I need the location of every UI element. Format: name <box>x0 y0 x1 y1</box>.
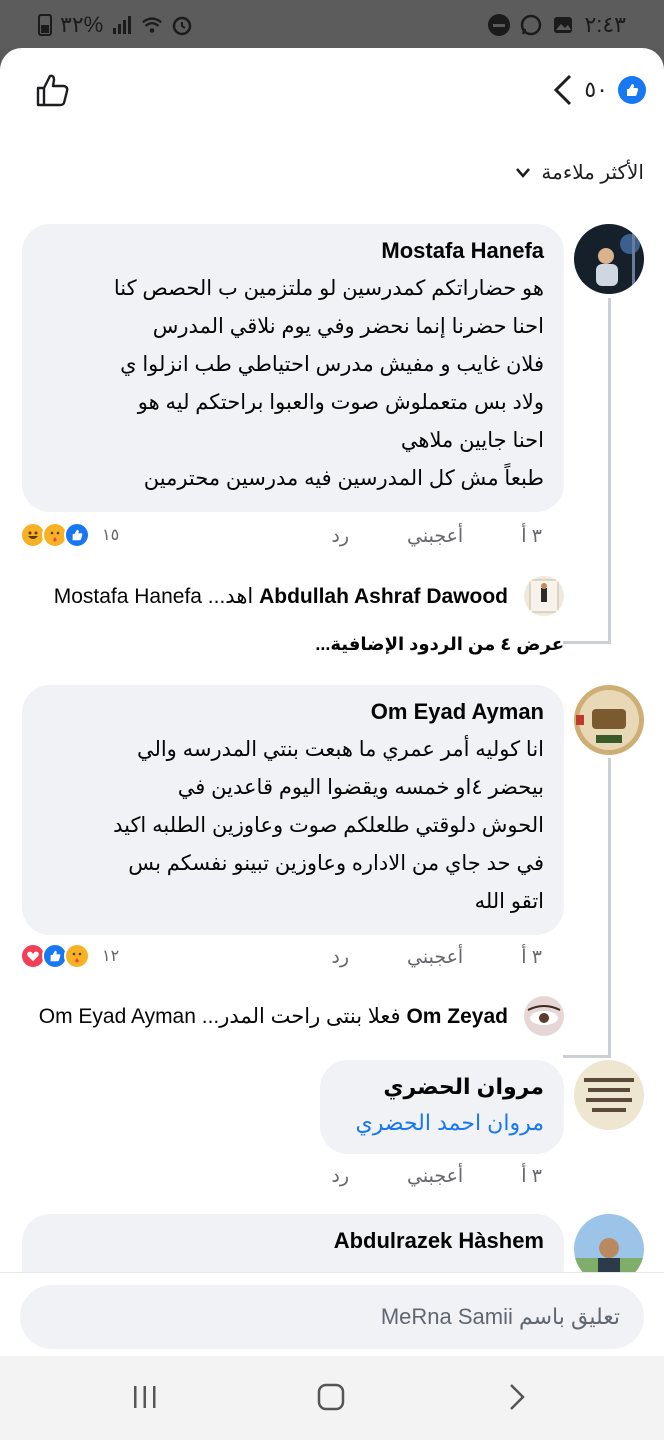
chevron-down-icon <box>516 167 531 178</box>
comment-line: انا كوليه أمر عمري ما هبعت بنتي المدرسه … <box>136 738 544 761</box>
back-icon[interactable] <box>502 1382 532 1412</box>
comment-bubble[interactable]: Om Eyad Ayman انا كوليه أمر عمري ما هبعت… <box>22 685 564 935</box>
like-button[interactable]: أعجبني <box>407 525 463 548</box>
sort-dropdown[interactable]: الأكثر ملاءمة <box>515 160 644 185</box>
signal-icon <box>113 16 132 34</box>
comment-reactions[interactable]: ١٢ <box>20 943 119 969</box>
back-chevron-icon[interactable] <box>552 72 574 108</box>
comment-input-placeholder: تعليق باسم MeRna Samii <box>380 1304 620 1329</box>
comment-line: في حد جاي من الاداره وعاوزين تبينو نفسكم… <box>128 852 544 875</box>
comment-line: ولاد بس متعملوش صوت والعبوا براحتكم ليه … <box>137 391 544 414</box>
comment-input[interactable]: تعليق باسم MeRna Samii <box>20 1285 644 1349</box>
like-reaction-icon <box>64 522 90 548</box>
system-nav-bar <box>0 1356 664 1440</box>
status-left: ٣٢% <box>38 12 193 38</box>
comment-actions: ٣ أ أعجبني رد <box>331 1165 542 1188</box>
battery-percent: ٣٢% <box>60 12 104 37</box>
comment-bubble[interactable]: Mostafa Hanefa هو حضاراتكم كمدرسين لو مل… <box>22 224 564 512</box>
comment-reactions[interactable]: ١٥ <box>20 522 119 548</box>
comment-time: ٣ أ <box>521 1166 542 1187</box>
reply-button[interactable]: رد <box>331 525 349 548</box>
avatar[interactable] <box>524 996 564 1036</box>
reaction-count: ١٥ <box>102 527 120 544</box>
comment-time: ٣ أ <box>521 526 542 547</box>
like-button[interactable]: أعجبني <box>407 1165 463 1188</box>
comment-author[interactable]: Om Eyad Ayman <box>44 699 544 725</box>
view-more-replies[interactable]: عرض ٤ من الردود الإضافية... <box>315 634 564 655</box>
alarm-icon <box>172 16 192 36</box>
mention-link[interactable]: مروان احمد الحضري <box>342 1106 544 1140</box>
thread-connector <box>563 1055 611 1058</box>
reaction-count: ١٢ <box>102 948 120 965</box>
comment-line: اتقو الله <box>474 890 544 913</box>
reply-snippet: اهد... Mostafa Hanefa <box>53 585 254 608</box>
reply-preview-text: Om Zeyad فعلا بنتى راحت المدر... Om Eyad… <box>39 1004 508 1029</box>
comment-line: فلان غايب و مفيش مدرس احتياطي طب انزلوا … <box>120 353 544 376</box>
wifi-icon <box>142 17 163 33</box>
comment-author[interactable]: Abdulrazek Hàshem <box>44 1228 544 1254</box>
reply-preview[interactable]: Abdullah Ashraf Dawood اهد... Mostafa Ha… <box>0 576 664 620</box>
reply-button[interactable]: رد <box>331 946 349 969</box>
comments-sheet: ٥٠ الأكثر ملاءمة Mostafa Hanefa هو حضارا… <box>0 48 664 1356</box>
whatsapp-icon <box>521 14 542 36</box>
like-reaction-icon <box>618 76 646 104</box>
status-bar: ٣٢% ٢:٤٣ <box>0 0 664 48</box>
avatar[interactable] <box>574 224 644 294</box>
sort-label: الأكثر ملاءمة <box>541 162 644 184</box>
status-time: ٢:٤٣ <box>584 12 626 37</box>
comment-author[interactable]: Mostafa Hanefa <box>44 238 544 264</box>
avatar[interactable] <box>574 685 644 755</box>
gallery-icon <box>554 17 573 33</box>
comment-line: بيحضر ٤او خمسه ويقضوا اليوم قاعدين في <box>177 776 544 799</box>
avatar[interactable] <box>574 1060 644 1130</box>
comment-bubble[interactable]: مروان الحضري مروان احمد الحضري <box>320 1060 564 1154</box>
reply-button[interactable]: رد <box>331 1165 349 1188</box>
reply-author[interactable]: Om Zeyad <box>406 1005 508 1028</box>
like-thumb-icon[interactable] <box>34 72 70 108</box>
comment-time: ٣ أ <box>521 947 542 968</box>
reply-snippet: فعلا بنتى راحت المدر... Om Eyad Ayman <box>38 1005 401 1028</box>
reaction-total: ٥٠ <box>584 77 608 102</box>
comment-line: هو حضاراتكم كمدرسين لو ملتزمين ب الحصص ك… <box>113 277 544 300</box>
comment-line: الحوش دلوقتي طلعلكم صوت وعاوزين الطلبه ا… <box>113 814 544 837</box>
comment-line: طبعاً مش كل المدرسين فيه مدرسين محترمين <box>143 467 544 490</box>
thread-connector <box>563 641 611 644</box>
comment-line: احنا جايين ملاهي <box>400 429 544 452</box>
care-reaction-icon <box>64 943 90 969</box>
battery-icon <box>38 14 52 36</box>
comment-composer-bar: تعليق باسم MeRna Samii <box>0 1272 664 1356</box>
status-right: ٢:٤٣ <box>488 12 626 38</box>
like-button[interactable]: أعجبني <box>407 946 463 969</box>
comment-actions: ٣ أ أعجبني رد <box>331 525 542 548</box>
do-not-disturb-icon <box>488 14 511 36</box>
reactions-summary[interactable]: ٥٠ <box>552 72 646 108</box>
recent-apps-icon[interactable] <box>130 1382 160 1412</box>
reply-preview[interactable]: Om Zeyad فعلا بنتى راحت المدر... Om Eyad… <box>0 996 664 1040</box>
comment-author[interactable]: مروان الحضري <box>342 1074 544 1100</box>
comment-line: احنا حضرنا إنما نحضر وفي يوم نلاقي المدر… <box>152 315 544 338</box>
reply-author[interactable]: Abdullah Ashraf Dawood <box>259 585 508 608</box>
avatar[interactable] <box>524 576 564 616</box>
home-icon[interactable] <box>316 1382 346 1412</box>
reply-preview-text: Abdullah Ashraf Dawood اهد... Mostafa Ha… <box>54 584 508 609</box>
sheet-header: ٥٠ <box>0 48 664 138</box>
comment-actions: ٣ أ أعجبني رد <box>331 946 542 969</box>
